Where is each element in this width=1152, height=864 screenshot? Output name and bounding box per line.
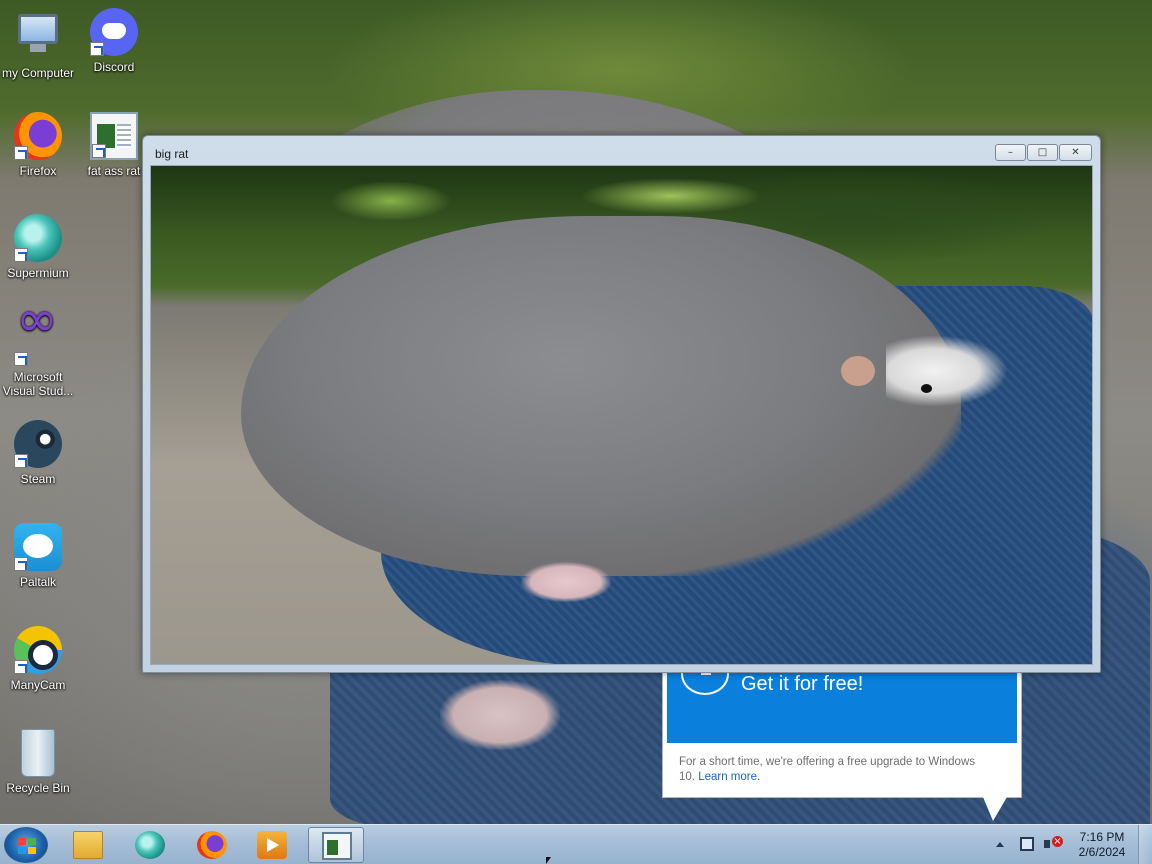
desktop-icon-label: ManyCam: [10, 678, 66, 692]
minimize-button[interactable]: –: [995, 144, 1026, 161]
show-hidden-icons-button[interactable]: [996, 842, 1004, 847]
shortcut-arrow-icon: [14, 248, 28, 262]
desktop-icon-supermium[interactable]: Supermium: [0, 214, 76, 280]
photo-rat-eye: [921, 384, 932, 393]
desktop-icon-label: Microsoft Visual Stud...: [2, 370, 74, 398]
desktop-icon-discord[interactable]: Discord: [76, 8, 152, 74]
taskbar-supermium[interactable]: [122, 827, 178, 863]
network-icon[interactable]: [1020, 837, 1034, 851]
promo-banner: Get it for free!: [667, 653, 1017, 743]
photo-rat-ear: [841, 356, 875, 386]
clock-date: 2/6/2024: [1078, 845, 1126, 859]
start-button[interactable]: [4, 827, 48, 863]
promo-pointer-tail: [983, 797, 1007, 821]
desktop-icon-my-computer[interactable]: my Computer: [0, 8, 76, 80]
desktop-icon-label: Discord: [93, 60, 135, 74]
wallpaper-paw: [440, 680, 560, 750]
desktop-icon-paltalk[interactable]: Paltalk: [0, 523, 76, 589]
maximize-button[interactable]: □: [1027, 144, 1058, 161]
photo-rat-body: [241, 216, 961, 576]
photo-rat-paw: [521, 562, 611, 602]
shortcut-arrow-icon: [14, 660, 28, 674]
mouse-cursor-icon: [546, 857, 551, 864]
desktop-icon-label: Paltalk: [19, 575, 57, 589]
shortcut-arrow-icon: [92, 144, 106, 158]
taskbar-file-explorer[interactable]: [60, 827, 116, 863]
desktop-icon-recycle-bin[interactable]: Recycle Bin: [0, 729, 76, 795]
desktop-icon-label: Firefox: [19, 164, 57, 178]
photo-rat-snout: [886, 336, 1006, 406]
taskbar-clock[interactable]: 7:16 PM 2/6/2024: [1074, 830, 1130, 860]
image-file-icon: [90, 112, 138, 160]
recycle-bin-icon: [21, 729, 55, 777]
shortcut-arrow-icon: [14, 352, 28, 366]
taskbar-image-viewer[interactable]: [308, 827, 364, 863]
firefox-icon: [14, 112, 62, 160]
discord-icon: [90, 8, 138, 56]
desktop-icon-label: fat ass rat: [87, 164, 141, 178]
close-button[interactable]: ✕: [1059, 144, 1092, 161]
show-desktop-button[interactable]: [1138, 825, 1152, 864]
shortcut-arrow-icon: [90, 42, 104, 56]
promo-text: For a short time, we're offering a free …: [679, 755, 979, 785]
shortcut-arrow-icon: [14, 454, 28, 468]
volume-muted-icon[interactable]: [1044, 836, 1063, 852]
shortcut-arrow-icon: [14, 557, 28, 571]
window-title: big rat: [155, 147, 189, 161]
desktop-icon-visual-studio[interactable]: Microsoft Visual Stud...: [0, 312, 76, 398]
desktop-icon-label: Supermium: [7, 266, 69, 280]
desktop-icon-firefox[interactable]: Firefox: [0, 112, 76, 178]
desktop-icon-label: Steam: [20, 472, 56, 486]
windows10-upgrade-popup[interactable]: Get it for free! For a short time, we're…: [662, 653, 1022, 821]
image-viewer-icon: [322, 832, 352, 860]
taskbar: 7:16 PM 2/6/2024: [0, 824, 1152, 864]
supermium-icon: [135, 831, 165, 859]
media-player-icon: [257, 831, 287, 859]
rat-photo: [150, 165, 1093, 665]
paltalk-icon: [14, 523, 62, 571]
shortcut-arrow-icon: [14, 146, 28, 160]
firefox-icon: [197, 831, 227, 859]
steam-icon: [14, 420, 62, 468]
promo-title: Get it for free!: [741, 673, 864, 695]
manycam-icon: [14, 626, 62, 674]
desktop-icon-fat-ass-rat[interactable]: fat ass rat: [76, 112, 152, 178]
supermium-icon: [14, 214, 62, 262]
taskbar-media-player[interactable]: [244, 827, 300, 863]
desktop-icon-label: my Computer: [1, 66, 75, 80]
taskbar-firefox[interactable]: [184, 827, 240, 863]
computer-icon: [14, 14, 62, 62]
learn-more-link[interactable]: Learn more.: [698, 771, 760, 783]
visual-studio-icon: [14, 312, 62, 366]
desktop-icon-steam[interactable]: Steam: [0, 420, 76, 486]
folder-icon: [73, 831, 103, 859]
desktop-icon-label: Recycle Bin: [6, 781, 70, 795]
clock-time: 7:16 PM: [1079, 830, 1125, 844]
image-viewer-window[interactable]: big rat – □ ✕: [142, 135, 1101, 673]
desktop-icon-manycam[interactable]: ManyCam: [0, 626, 76, 692]
